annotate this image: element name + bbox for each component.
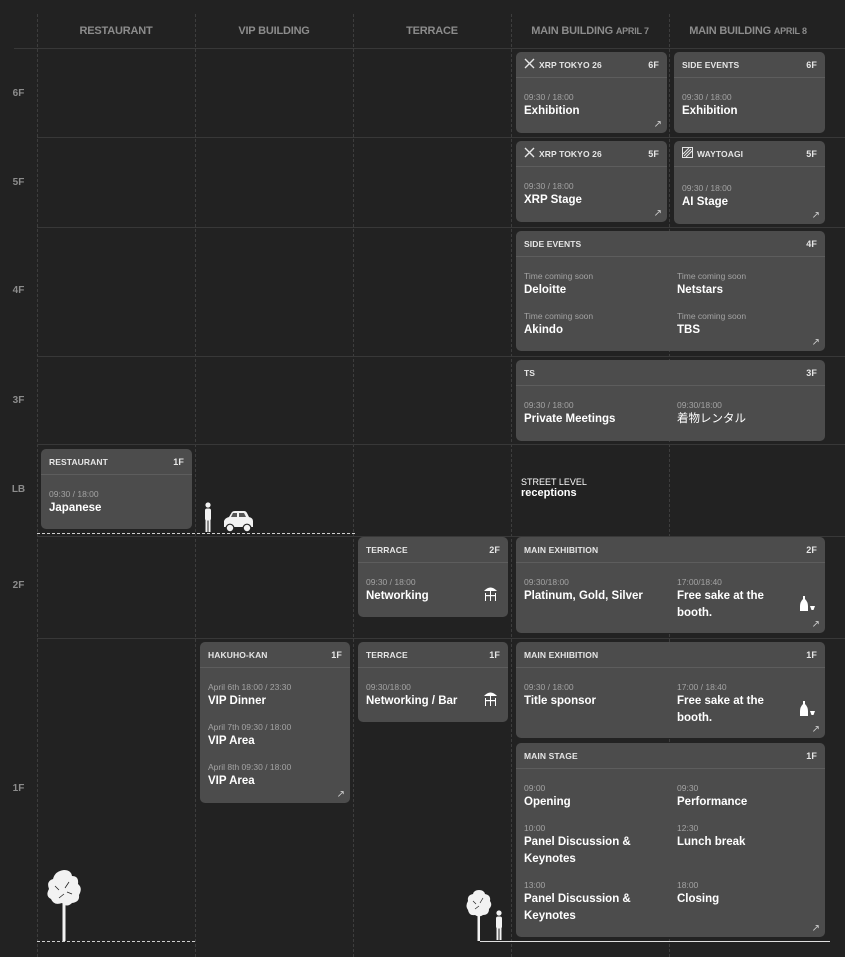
event: Time coming soon Netstars	[677, 271, 747, 296]
sake-bottle-icon	[799, 596, 817, 617]
card-floor: 1F	[489, 649, 500, 660]
card-xrp-tokyo-5f[interactable]: XRP TOKYO 26 5F 09:30 / 18:00 XRP Stage ↗	[516, 141, 667, 222]
event: April 7th 09:30 / 18:00 VIP Area	[208, 722, 292, 747]
external-link-arrow-icon[interactable]: ↗	[812, 924, 820, 934]
event: 09:30 / 18:00 AI Stage	[682, 183, 732, 208]
card-floor: 2F	[806, 544, 817, 555]
card-floor: 6F	[648, 59, 659, 70]
floor-label-5f: 5F	[12, 177, 25, 188]
column-header-terrace: TERRACE	[406, 25, 458, 37]
floor-label-1f: 1F	[12, 783, 25, 794]
parasol-table-icon	[483, 585, 498, 607]
card-floor: 1F	[331, 649, 342, 660]
column-header-main-building-april-8: MAIN BUILDING APRIL 8	[689, 25, 807, 37]
floor-label-3f: 3F	[12, 395, 25, 406]
street-level-receptions: STREET LEVEL receptions	[521, 477, 587, 499]
external-link-arrow-icon[interactable]: ↗	[812, 725, 820, 735]
event: 09:30 / 18:00 XRP Stage	[524, 181, 582, 206]
card-title: SIDE EVENTS	[682, 59, 740, 70]
card-floor: 4F	[806, 238, 817, 249]
card-title: XRP TOKYO 26	[539, 148, 602, 159]
external-link-arrow-icon[interactable]: ↗	[337, 790, 345, 800]
card-side-events-4f[interactable]: SIDE EVENTS 4F Time coming soon Deloitte T…	[516, 231, 825, 351]
external-link-arrow-icon[interactable]: ↗	[812, 211, 820, 221]
parasol-table-icon	[483, 690, 498, 712]
card-ts-3f[interactable]: TS 3F 09:30 / 18:00 Private Meetings 09:30…	[516, 360, 825, 441]
event: 09:30/18:00 Platinum, Gold, Silver	[524, 577, 643, 602]
x-logo-icon	[524, 147, 535, 160]
street-ground-line	[37, 533, 355, 534]
card-title: RESTAURANT	[49, 456, 108, 467]
tree-icon	[45, 868, 83, 946]
event: 09:30 / 18:00 Networking	[366, 577, 429, 602]
event: 18:00 Closing	[677, 880, 720, 905]
column-header-vip-building: VIP BUILDING	[238, 25, 310, 37]
event: 09:30 / 18:00 Title sponsor	[524, 682, 596, 707]
event: 12:30 Lunch break	[677, 823, 746, 848]
event: 09:30 / 18:00 Private Meetings	[524, 400, 616, 425]
card-floor: 6F	[806, 59, 817, 70]
event: Time coming soon TBS	[677, 311, 747, 336]
external-link-arrow-icon[interactable]: ↗	[654, 120, 662, 130]
person-icon	[494, 910, 504, 946]
card-main-exhibition-2f[interactable]: MAIN EXHIBITION 2F 09:30/18:00 Platinum, G…	[516, 537, 825, 633]
external-link-arrow-icon[interactable]: ↗	[654, 209, 662, 219]
external-link-arrow-icon[interactable]: ↗	[812, 338, 820, 348]
column-header-restaurant: RESTAURANT	[79, 25, 153, 37]
card-side-events-6f[interactable]: SIDE EVENTS 6F 09:30 / 18:00 Exhibition	[674, 52, 825, 133]
event: April 8th 09:30 / 18:00 VIP Area	[208, 762, 292, 787]
event: 09:30 / 18:00 Exhibition	[524, 92, 580, 117]
event: 10:00 Panel Discussion & Keynotes	[524, 823, 631, 865]
card-floor: 1F	[806, 750, 817, 761]
card-title: MAIN EXHIBITION	[524, 544, 599, 555]
card-title: TERRACE	[366, 544, 408, 555]
event: Time coming soon Akindo	[524, 311, 594, 336]
card-terrace-1f[interactable]: TERRACE 1F 09:30/18:00 Networking / Bar	[358, 642, 508, 722]
card-title: MAIN EXHIBITION	[524, 649, 599, 660]
card-terrace-2f[interactable]: TERRACE 2F 09:30 / 18:00 Networking	[358, 537, 508, 617]
card-title: TS	[524, 367, 536, 378]
event: 17:00 / 18:40 Free sake at the booth.	[677, 682, 764, 724]
floor-label-2f: 2F	[12, 580, 25, 591]
event: Time coming soon Deloitte	[524, 271, 594, 296]
card-floor: 1F	[806, 649, 817, 660]
card-floor: 5F	[806, 148, 817, 159]
card-main-stage[interactable]: MAIN STAGE 1F 09:00 Opening 09:30 Performan…	[516, 743, 825, 937]
card-waytoagi-5f[interactable]: WAYTOAGI 5F 09:30 / 18:00 AI Stage ↗	[674, 141, 825, 224]
floor-label-4f: 4F	[12, 285, 25, 296]
tree-icon	[465, 888, 493, 946]
card-title: XRP TOKYO 26	[539, 59, 602, 70]
card-restaurant[interactable]: RESTAURANT 1F 09:30 / 18:00 Japanese	[41, 449, 192, 529]
card-floor: 5F	[648, 148, 659, 159]
card-xrp-tokyo-6f[interactable]: XRP TOKYO 26 6F 09:30 / 18:00 Exhibition ↗	[516, 52, 667, 133]
card-floor: 3F	[806, 367, 817, 378]
card-floor: 1F	[173, 456, 184, 467]
card-title: SIDE EVENTS	[524, 238, 582, 249]
card-title: MAIN STAGE	[524, 750, 578, 761]
card-floor: 2F	[489, 544, 500, 555]
external-link-arrow-icon[interactable]: ↗	[812, 620, 820, 630]
event: 09:30 Performance	[677, 783, 748, 808]
column-header-main-building-april-7: MAIN BUILDING APRIL 7	[531, 25, 649, 37]
event: 09:30 / 18:00 Japanese	[49, 489, 102, 514]
card-title: HAKUHO-KAN	[208, 649, 268, 660]
floor-label-6f: 6F	[12, 88, 25, 99]
event: 09:30 / 18:00 Exhibition	[682, 92, 738, 117]
sake-bottle-icon	[799, 701, 817, 722]
floor-label-lb: LB	[11, 484, 26, 495]
event: 13:00 Panel Discussion & Keynotes	[524, 880, 631, 922]
event: 17:00/18:40 Free sake at the booth.	[677, 577, 764, 619]
event: 09:30/18:00 着物レンタル	[677, 400, 746, 425]
card-title: WAYTOAGI	[697, 148, 744, 159]
event: 09:00 Opening	[524, 783, 571, 808]
event: 09:30/18:00 Networking / Bar	[366, 682, 458, 707]
card-main-exhibition-1f[interactable]: MAIN EXHIBITION 1F 09:30 / 18:00 Title spo…	[516, 642, 825, 738]
card-title: TERRACE	[366, 649, 408, 660]
x-logo-icon	[524, 58, 535, 71]
event: April 6th 18:00 / 23:30 VIP Dinner	[208, 682, 292, 707]
waytoagi-logo-icon	[682, 147, 693, 160]
card-hakuho-kan[interactable]: HAKUHO-KAN 1F April 6th 18:00 / 23:30 VIP …	[200, 642, 350, 803]
ground-line-main	[480, 941, 830, 942]
